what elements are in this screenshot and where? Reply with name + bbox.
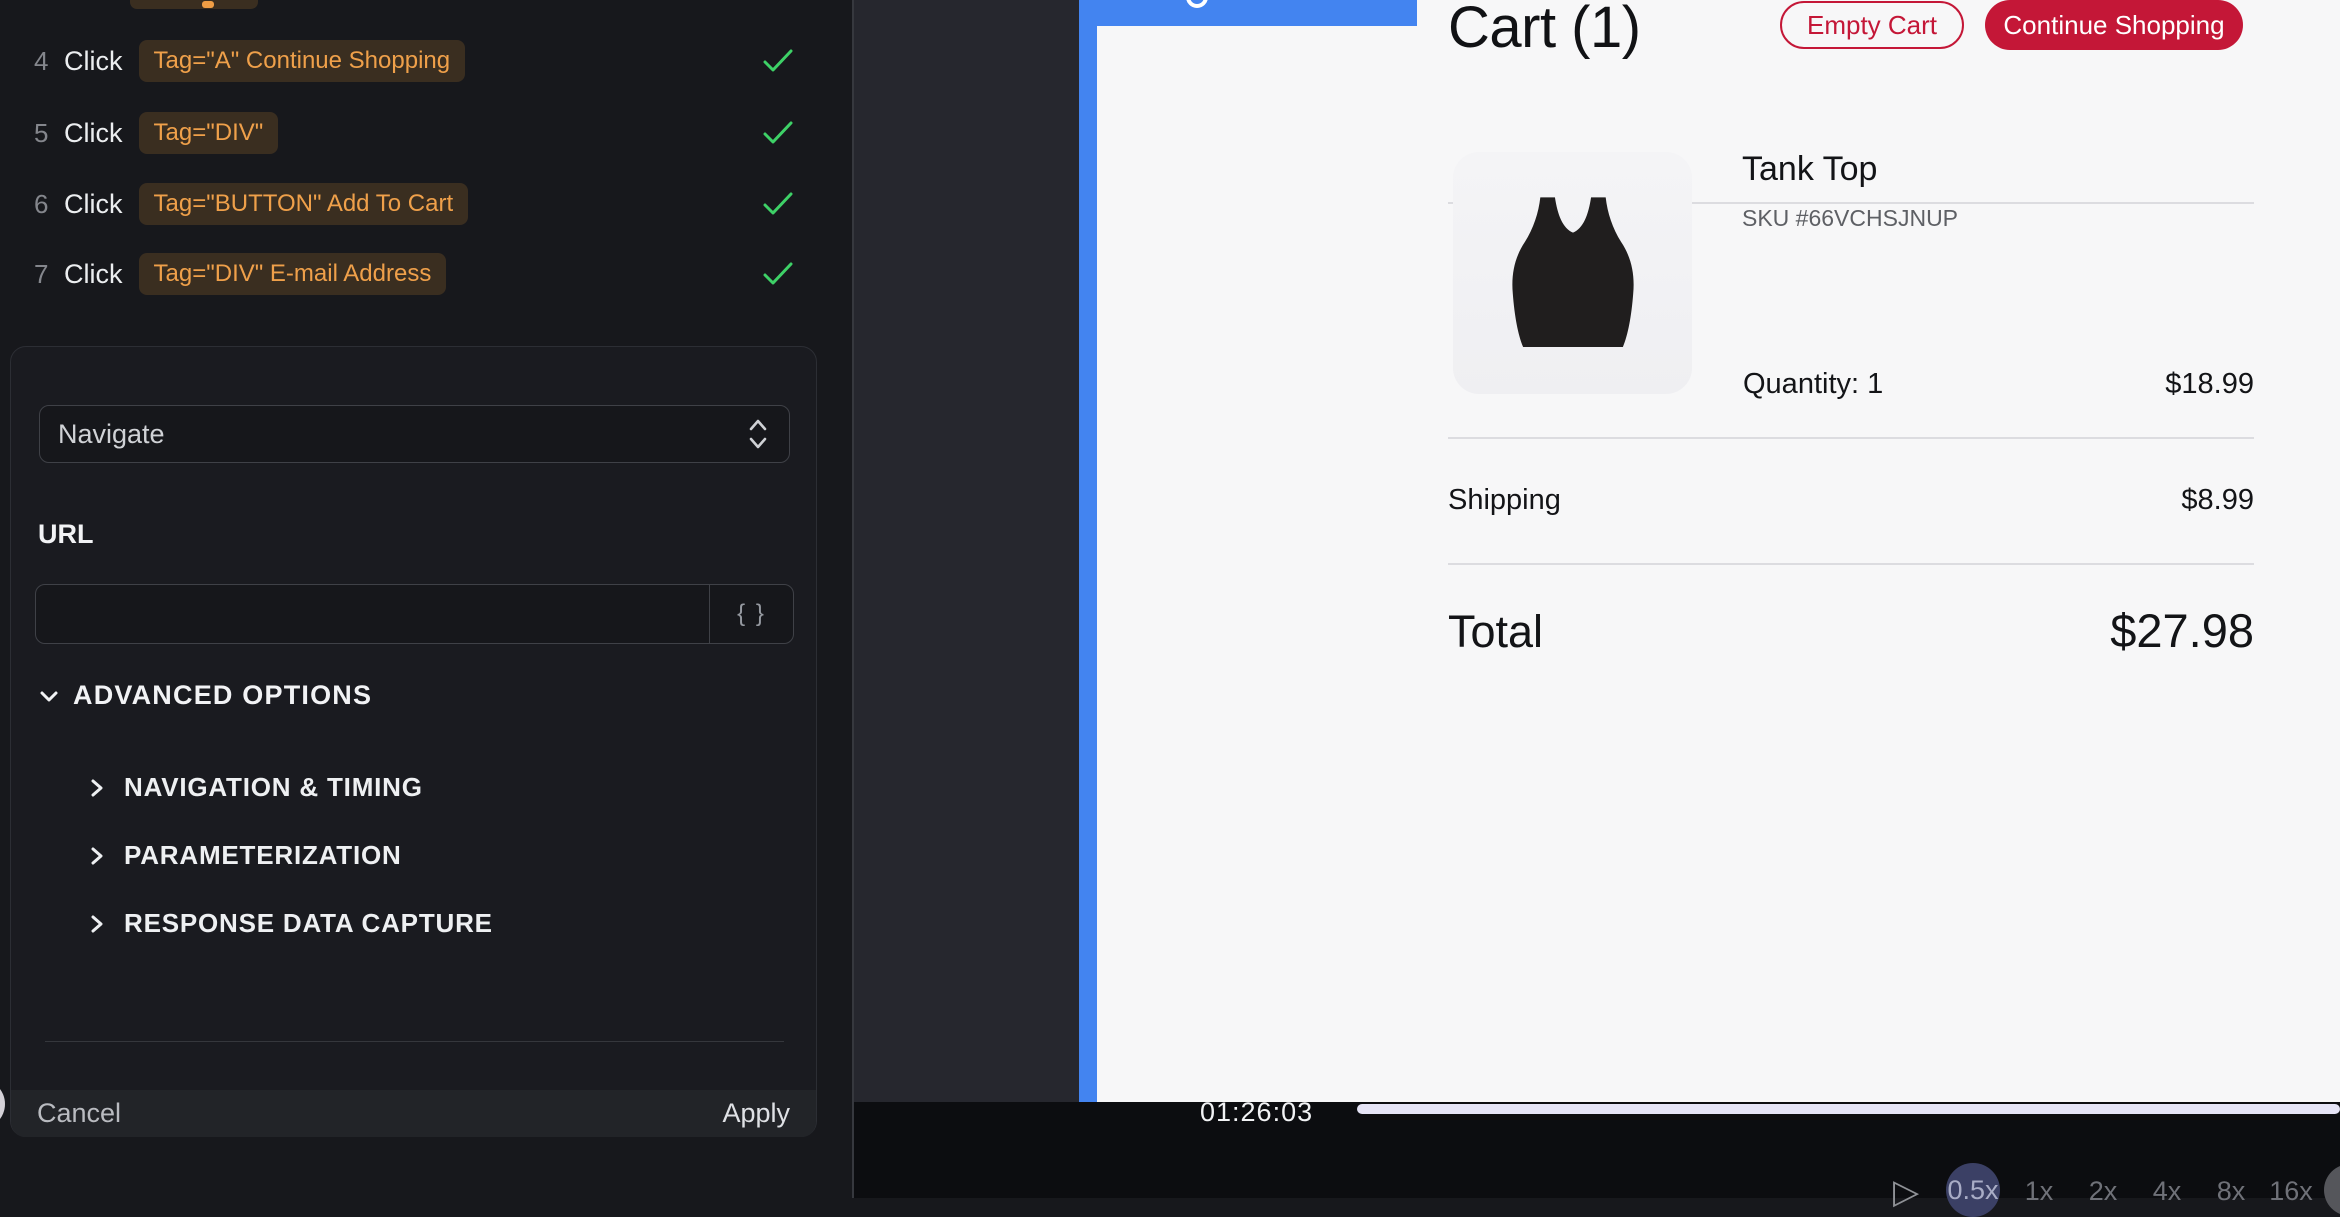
step-3-tag-text-fragment <box>202 1 214 8</box>
cart-page-title: Cart (1) <box>1448 0 1641 61</box>
curly-braces-icon: { } <box>737 600 766 628</box>
product-price: $18.99 <box>1900 368 2254 401</box>
url-input[interactable] <box>36 585 709 643</box>
step-number: 7 <box>34 259 64 290</box>
step-target-badge[interactable]: Tag="A" Continue Shopping <box>139 40 466 82</box>
playback-progress-bar[interactable] <box>1357 1104 2340 1114</box>
empty-cart-button[interactable]: Empty Cart <box>1780 1 1964 49</box>
product-sku: SKU #66VCHSJNUP <box>1742 205 1958 232</box>
step-target-badge[interactable]: Tag="BUTTON" Add To Cart <box>139 183 469 225</box>
step-row-7[interactable]: 7 Click Tag="DIV" E-mail Address <box>0 252 852 296</box>
step-3-tag-badge-fragment <box>130 0 258 9</box>
panel-divider <box>45 1041 784 1042</box>
speed-option-8x[interactable]: 8x <box>2217 1176 2246 1207</box>
select-updown-icon <box>747 417 769 451</box>
section-label: NAVIGATION & TIMING <box>124 772 423 803</box>
speed-option-2x[interactable]: 2x <box>2089 1176 2118 1207</box>
chevron-right-icon <box>87 913 107 935</box>
speed-label: 0.5x <box>1947 1175 1998 1206</box>
step-success-check-icon <box>763 262 793 286</box>
action-type-select[interactable]: Navigate <box>39 405 790 463</box>
step-row-6[interactable]: 6 Click Tag="BUTTON" Add To Cart <box>0 182 852 226</box>
speed-option-active[interactable]: 0.5x <box>1946 1163 2000 1217</box>
app-root: { "steps": [ { "num": "4", "action": "Cl… <box>0 0 2340 1198</box>
cancel-button[interactable]: Cancel <box>37 1098 121 1129</box>
panel-footer: Cancel Apply <box>11 1090 816 1137</box>
step-success-check-icon <box>763 121 793 145</box>
step-editor-panel: Navigate URL { } ADVANCED OPTIONS NAVIGA… <box>10 346 817 1137</box>
step-row-5[interactable]: 5 Click Tag="DIV" <box>0 111 852 155</box>
speed-option-4x[interactable]: 4x <box>2153 1176 2182 1207</box>
chevron-right-icon <box>87 845 107 867</box>
step-number: 6 <box>34 189 64 220</box>
page-divider <box>1448 563 2254 565</box>
shipping-label: Shipping <box>1448 484 1561 517</box>
chevron-right-icon <box>87 777 107 799</box>
step-action-label: Click <box>64 259 123 290</box>
website-screenshot <box>1097 0 2340 1102</box>
product-image-tank-top <box>1453 152 1692 394</box>
advanced-options-toggle[interactable]: ADVANCED OPTIONS <box>38 680 372 711</box>
speed-option-16x[interactable]: 16x <box>2269 1176 2313 1207</box>
section-label: PARAMETERIZATION <box>124 840 402 871</box>
step-action-label: Click <box>64 189 123 220</box>
sidebar-divider <box>852 0 854 1198</box>
product-quantity: Quantity: 1 <box>1743 368 1883 401</box>
step-number: 4 <box>34 46 64 77</box>
section-navigation-timing[interactable]: NAVIGATION & TIMING <box>87 772 423 803</box>
apply-button[interactable]: Apply <box>722 1098 790 1129</box>
url-input-group: { } <box>35 584 794 644</box>
step-action-label: Click <box>64 46 123 77</box>
insert-variable-button[interactable]: { } <box>709 585 793 643</box>
total-price: $27.98 <box>1900 603 2254 658</box>
advanced-options-label: ADVANCED OPTIONS <box>73 680 372 711</box>
element-highlight-strip <box>1079 0 1097 1102</box>
playback-timestamp: 01:26:03 <box>1200 1097 1313 1128</box>
step-success-check-icon <box>763 49 793 73</box>
step-action-label: Click <box>64 118 123 149</box>
tank-top-graphic <box>1487 171 1659 375</box>
step-row-4[interactable]: 4 Click Tag="A" Continue Shopping <box>0 39 852 83</box>
shipping-price: $8.99 <box>1900 484 2254 517</box>
page-divider <box>1448 437 2254 439</box>
section-response-data-capture[interactable]: RESPONSE DATA CAPTURE <box>87 908 493 939</box>
action-type-value: Navigate <box>58 419 165 450</box>
speed-option-1x[interactable]: 1x <box>2025 1176 2054 1207</box>
element-highlight-topbar <box>1079 0 1417 26</box>
step-target-badge[interactable]: Tag="DIV" <box>139 112 279 154</box>
step-target-badge[interactable]: Tag="DIV" E-mail Address <box>139 253 447 295</box>
clipped-text-fragment <box>1186 0 1208 8</box>
section-parameterization[interactable]: PARAMETERIZATION <box>87 840 402 871</box>
continue-shopping-button[interactable]: Continue Shopping <box>1985 0 2243 50</box>
total-label: Total <box>1448 606 1543 658</box>
product-name: Tank Top <box>1742 150 1877 189</box>
chevron-down-icon <box>38 685 60 707</box>
step-number: 5 <box>34 118 64 149</box>
section-label: RESPONSE DATA CAPTURE <box>124 908 493 939</box>
play-icon[interactable]: ▷ <box>1893 1172 1919 1212</box>
url-field-label: URL <box>38 519 94 550</box>
step-success-check-icon <box>763 192 793 216</box>
edge-clipped-circle-left <box>0 1079 5 1129</box>
